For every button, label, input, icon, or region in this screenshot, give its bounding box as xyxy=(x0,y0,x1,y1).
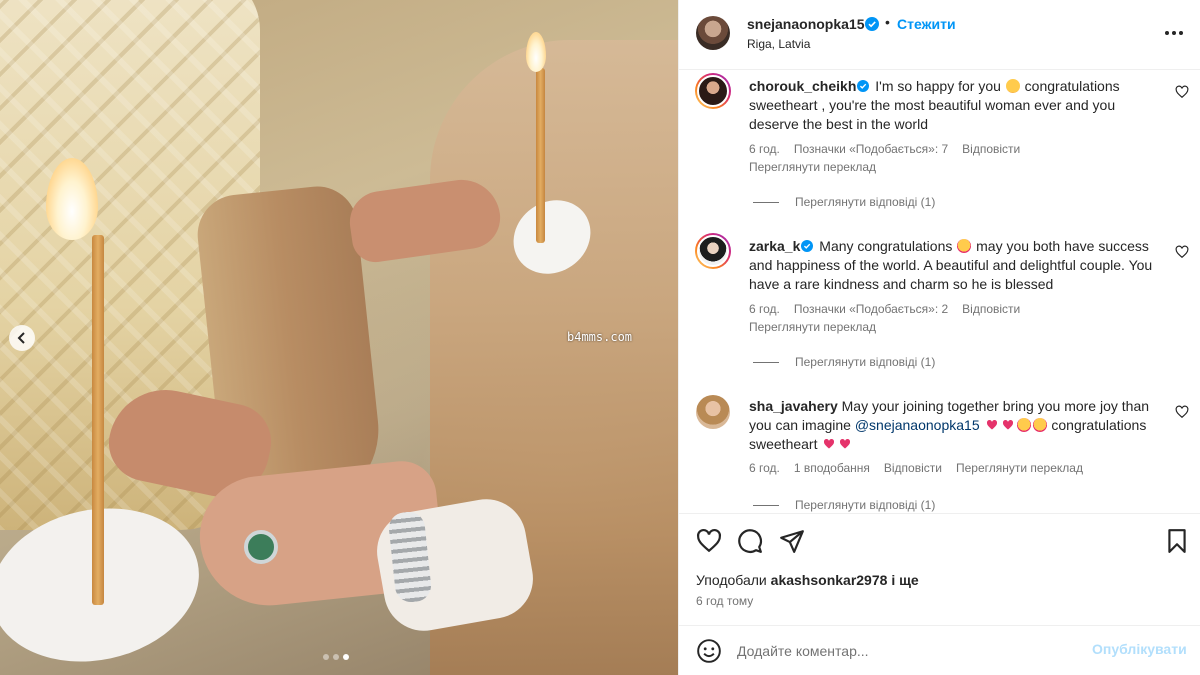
post-panel: snejanaonopka15 • Стежити Riga, Latvia c… xyxy=(678,0,1200,675)
post-location[interactable]: Riga, Latvia xyxy=(747,37,810,51)
comment-like-button[interactable] xyxy=(1175,85,1189,99)
heart-eyes-emoji-icon xyxy=(1032,418,1047,432)
post-header: snejanaonopka15 • Стежити Riga, Latvia xyxy=(679,0,1200,70)
emoji-picker-button[interactable] xyxy=(696,638,722,664)
publish-button[interactable]: Опублікувати xyxy=(1092,641,1187,657)
candle-left xyxy=(92,235,104,605)
comment-text: sha_javahery May your joining together b… xyxy=(749,397,1159,454)
liked-by-others[interactable]: і ще xyxy=(891,572,918,588)
comment-body: I'm so happy for you xyxy=(875,78,1001,94)
carousel-dot-active xyxy=(343,654,349,660)
carousel-dot xyxy=(323,654,329,660)
watermark: b4mms.com xyxy=(567,330,633,344)
reply-button[interactable]: Відповісти xyxy=(962,302,1020,316)
mention-link[interactable]: @snejanaonopka15 xyxy=(855,417,980,433)
commenter-username[interactable]: sha_javahery xyxy=(749,398,838,414)
commenter-username[interactable]: zarka_k xyxy=(749,238,800,254)
liked-by-user[interactable]: akashsonkar2978 xyxy=(771,572,888,588)
comment-likes-count[interactable]: 1 вподобання xyxy=(794,461,870,475)
follow-button[interactable]: Стежити xyxy=(897,16,956,32)
commenter-avatar[interactable] xyxy=(696,395,730,429)
owner-avatar[interactable] xyxy=(696,16,730,50)
view-replies-label: Переглянути відповіді (1) xyxy=(795,195,936,209)
heart-icon xyxy=(1175,405,1189,419)
bookmark-icon xyxy=(1168,529,1186,553)
emoji-icon xyxy=(697,639,721,663)
comment-meta: 6 год. Позначки «Подобається»: 7 Відпові… xyxy=(749,142,1020,156)
verified-badge-icon xyxy=(857,80,870,92)
candle-right xyxy=(536,68,545,243)
chevron-left-icon xyxy=(17,332,25,344)
save-button[interactable] xyxy=(1164,528,1190,554)
comments-list: chorouk_cheikh I'm so happy for you cong… xyxy=(679,71,1200,512)
verified-badge-icon xyxy=(865,17,879,31)
replies-line xyxy=(753,201,779,203)
view-replies-label: Переглянути відповіді (1) xyxy=(795,498,936,512)
comment-like-button[interactable] xyxy=(1175,405,1189,419)
separator-dot: • xyxy=(885,14,890,30)
comment-time[interactable]: 6 год. xyxy=(749,461,780,475)
comment-text: zarka_k Many congratulations may you bot… xyxy=(749,237,1159,294)
paper-plane-icon xyxy=(780,530,804,553)
comment-text: chorouk_cheikh I'm so happy for you cong… xyxy=(749,77,1159,134)
comment-like-button[interactable] xyxy=(1175,245,1189,259)
comment-time[interactable]: 6 год. xyxy=(749,302,780,316)
verified-badge-icon xyxy=(801,240,814,252)
liked-by-prefix: Уподобали xyxy=(696,572,767,588)
carousel-dots xyxy=(323,654,349,660)
pink-heart-emoji-icon xyxy=(1002,419,1013,430)
pink-heart-emoji-icon xyxy=(824,438,835,449)
replies-line xyxy=(753,504,779,506)
comment-likes-count[interactable]: Позначки «Подобається»: 7 xyxy=(794,142,948,156)
comment-likes-count[interactable]: Позначки «Подобається»: 2 xyxy=(794,302,948,316)
reply-button[interactable]: Відповісти xyxy=(962,142,1020,156)
see-translation-link[interactable]: Переглянути переклад xyxy=(749,160,876,174)
post-actions: Уподобали akashsonkar2978 і ще 6 год том… xyxy=(679,513,1200,625)
pink-heart-emoji-icon xyxy=(986,419,997,430)
replies-line xyxy=(753,361,779,363)
comment-meta: 6 год. Позначки «Подобається»: 2 Відпові… xyxy=(749,302,1020,316)
comment-time[interactable]: 6 год. xyxy=(749,142,780,156)
heart-eyes-emoji-icon xyxy=(1016,418,1031,432)
heart-icon xyxy=(697,528,721,553)
post-photo[interactable]: b4mms.com xyxy=(0,0,678,675)
more-horizontal-icon[interactable] xyxy=(1165,26,1185,40)
add-comment-bar: Опублікувати xyxy=(679,625,1200,675)
view-replies-button[interactable]: Переглянути відповіді (1) xyxy=(753,498,935,512)
comment-input[interactable] xyxy=(737,640,1077,662)
see-translation-link[interactable]: Переглянути переклад xyxy=(956,461,1083,475)
heart-eyes-emoji-icon xyxy=(957,239,972,253)
heart-icon xyxy=(1175,245,1189,259)
comment-button[interactable] xyxy=(737,528,763,554)
share-button[interactable] xyxy=(779,528,805,554)
flame-right xyxy=(526,32,546,72)
view-replies-button[interactable]: Переглянути відповіді (1) xyxy=(753,195,935,209)
comment-meta: 6 год. 1 вподобання Відповісти Перегляну… xyxy=(749,461,1083,475)
view-replies-label: Переглянути відповіді (1) xyxy=(795,355,936,369)
view-replies-button[interactable]: Переглянути відповіді (1) xyxy=(753,355,935,369)
commenter-avatar[interactable] xyxy=(695,73,731,109)
commenter-username[interactable]: chorouk_cheikh xyxy=(749,78,856,94)
heart-icon xyxy=(1175,85,1189,99)
comment-bubble-icon xyxy=(738,529,762,553)
post-time[interactable]: 6 год тому xyxy=(696,594,753,608)
like-button[interactable] xyxy=(696,528,722,554)
commenter-avatar[interactable] xyxy=(695,233,731,269)
smiling-face-emoji-icon xyxy=(1005,79,1020,93)
carousel-dot xyxy=(333,654,339,660)
pink-heart-emoji-icon xyxy=(840,438,851,449)
comment-body: Many congratulations xyxy=(819,238,953,254)
owner-username[interactable]: snejanaonopka15 xyxy=(747,16,865,32)
carousel-prev-button[interactable] xyxy=(9,325,35,351)
liked-by: Уподобали akashsonkar2978 і ще xyxy=(696,572,919,588)
reply-button[interactable]: Відповісти xyxy=(884,461,942,475)
see-translation-link[interactable]: Переглянути переклад xyxy=(749,320,876,334)
emerald-ring xyxy=(244,530,278,564)
